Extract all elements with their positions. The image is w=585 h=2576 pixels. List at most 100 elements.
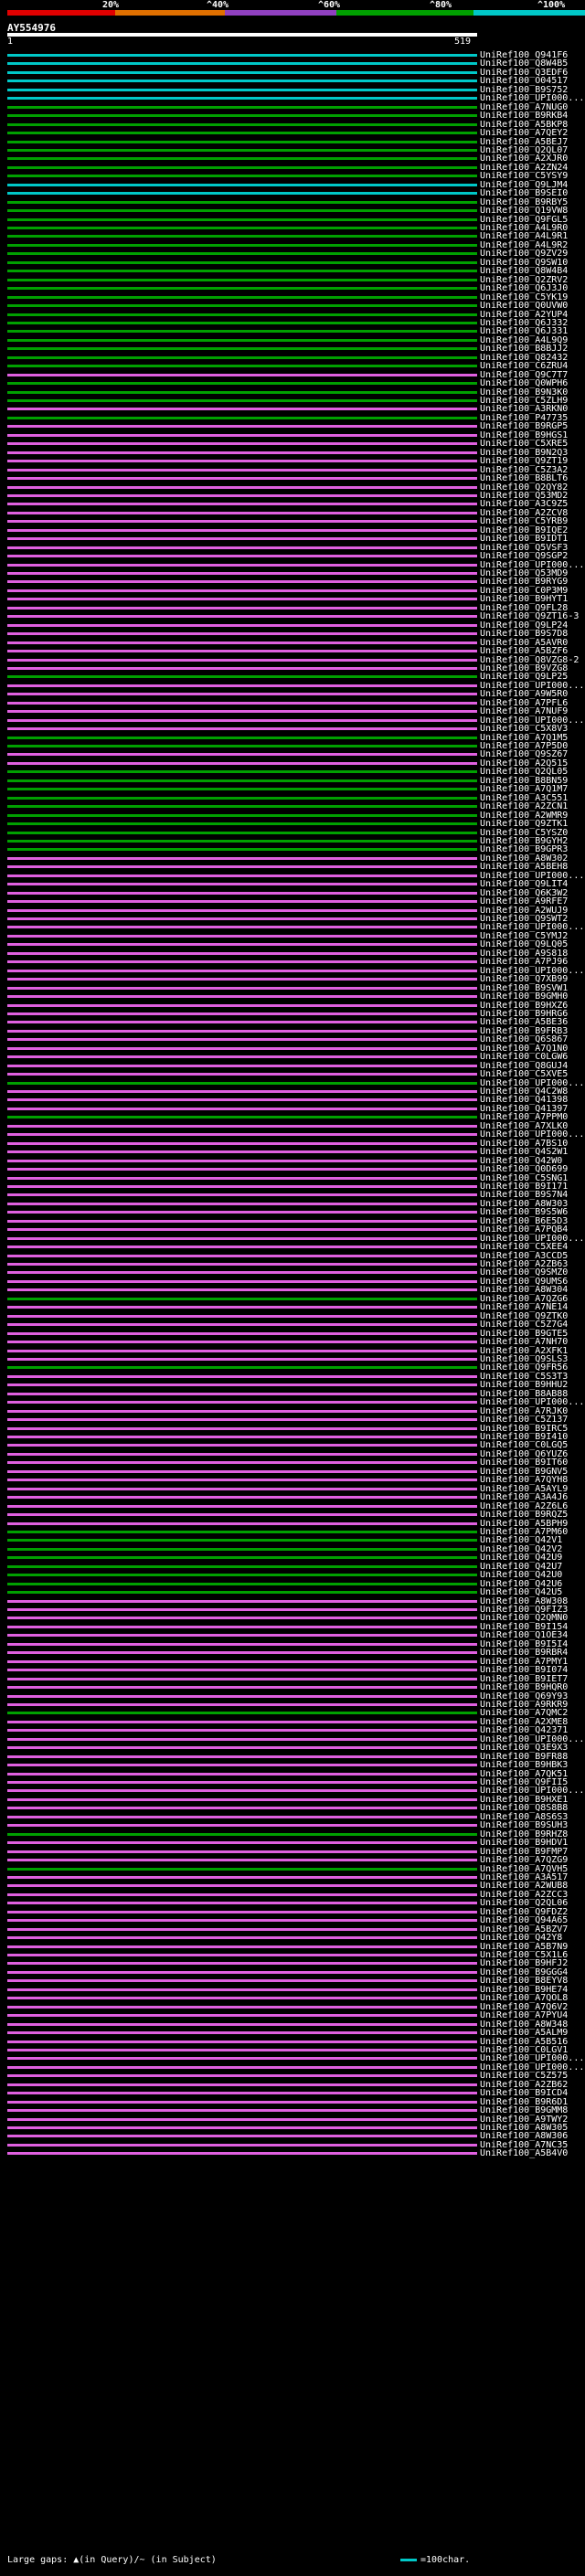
hit-alignment-line	[7, 192, 477, 196]
hit-alignment-line	[7, 745, 477, 747]
hit-alignment-line	[7, 511, 477, 514]
hit-alignment-line	[7, 1850, 477, 1853]
hit-alignment-line	[7, 623, 477, 627]
hit-alignment-line	[7, 433, 477, 437]
hit-alignment-line	[7, 485, 477, 489]
hit-alignment-line	[7, 779, 477, 782]
hit-alignment-line	[7, 1003, 477, 1007]
hit-alignment-line	[7, 1564, 477, 1568]
hit-alignment-line	[7, 1651, 477, 1655]
hit-alignment-line	[7, 1436, 477, 1438]
hit-alignment-line	[7, 1859, 477, 1862]
hit-alignment-line	[7, 209, 477, 213]
hit-alignment-line	[7, 1720, 477, 1723]
hit-alignment-line	[7, 831, 477, 834]
hit-alignment-line	[7, 313, 477, 316]
hit-alignment-line	[7, 1055, 477, 1059]
hit-alignment-line	[7, 537, 477, 541]
hit-alignment-line	[7, 1892, 477, 1896]
hit-alignment-line	[7, 416, 477, 419]
hit-alignment-line	[7, 572, 477, 575]
hit-alignment-line	[7, 1539, 477, 1542]
hit-alignment-line	[7, 1884, 477, 1888]
hit-alignment-line	[7, 848, 477, 852]
hit-alignment-line	[7, 1168, 477, 1171]
hit-alignment-line	[7, 54, 477, 57]
hit-alignment-line	[7, 1366, 477, 1370]
hit-alignment-line	[7, 2126, 477, 2129]
hit-alignment-line	[7, 761, 477, 765]
hit-alignment-line	[7, 2057, 477, 2061]
hit-alignment-line	[7, 1150, 477, 1154]
hit-alignment-line	[7, 1271, 477, 1275]
hit-alignment-line	[7, 140, 477, 143]
hit-alignment-line	[7, 1927, 477, 1931]
hit-alignment-line	[7, 727, 477, 731]
hit-alignment-line	[7, 718, 477, 722]
hit-alignment-line	[7, 365, 477, 368]
hit-alignment-line	[7, 1659, 477, 1663]
hit-alignment-line	[7, 684, 477, 687]
hit-alignment-line	[7, 1341, 477, 1344]
hit-alignment-line	[7, 1582, 477, 1585]
hit-alignment-line	[7, 934, 477, 938]
hit-alignment-line	[7, 1374, 477, 1378]
hit-alignment-line	[7, 701, 477, 705]
hit-alignment-line	[7, 1764, 477, 1767]
hit-alignment-line	[7, 1496, 477, 1500]
hit-alignment-line	[7, 796, 477, 800]
hit-alignment-line	[7, 227, 477, 229]
hit-alignment-line	[7, 874, 477, 877]
hit-alignment-line	[7, 1141, 477, 1145]
hit-alignment-line	[7, 1712, 477, 1715]
hit-alignment-line	[7, 1228, 477, 1232]
hit-alignment-line	[7, 468, 477, 472]
hit-alignment-line	[7, 165, 477, 169]
hit-alignment-line	[7, 1737, 477, 1741]
hit-alignment-line	[7, 813, 477, 817]
hit-alignment-line	[7, 658, 477, 662]
hit-alignment-line	[7, 132, 477, 135]
hit-alignment-line	[7, 960, 477, 964]
hit-alignment-line	[7, 1815, 477, 1818]
hit-alignment-line	[7, 865, 477, 869]
hit-alignment-line	[7, 304, 477, 308]
hit-alignment-line	[7, 1625, 477, 1628]
gap-legend: Large gaps: ▲(in Query)/~ (in Subject)	[7, 2555, 217, 2565]
hit-alignment-line	[7, 1297, 477, 1300]
hit-alignment-line	[7, 1945, 477, 1948]
hit-alignment-line	[7, 1962, 477, 1966]
hit-list: UniRef100_Q941F6 UniRef100_Q8W4B5 UniRef10…	[0, 0, 585, 2576]
hit-alignment-line	[7, 856, 477, 860]
hit-label[interactable]: UniRef100_A5B4V0	[480, 2148, 568, 2158]
hit-alignment-line	[7, 1954, 477, 1956]
hit-alignment-line	[7, 442, 477, 446]
hit-alignment-line	[7, 451, 477, 454]
hit-alignment-line	[7, 580, 477, 584]
hit-alignment-line	[7, 1029, 477, 1033]
hit-alignment-line	[7, 520, 477, 524]
hit-alignment-line	[7, 1513, 477, 1517]
hit-alignment-line	[7, 606, 477, 610]
hit-alignment-line	[7, 2005, 477, 2009]
hit-alignment-line	[7, 88, 477, 91]
hit-alignment-line	[7, 736, 477, 739]
hit-alignment-line	[7, 330, 477, 334]
hit-alignment-line	[7, 1556, 477, 1560]
hit-alignment-line	[7, 2100, 477, 2104]
hit-alignment-line	[7, 753, 477, 757]
hit-alignment-line	[7, 460, 477, 463]
hit-alignment-line	[7, 1021, 477, 1024]
hit-alignment-line	[7, 1530, 477, 1533]
hit-alignment-line	[7, 995, 477, 999]
hit-alignment-line	[7, 148, 477, 152]
hit-alignment-line	[7, 632, 477, 636]
hit-alignment-line	[7, 1772, 477, 1776]
hit-alignment-line	[7, 710, 477, 714]
hit-alignment-line	[7, 1452, 477, 1456]
hit-alignment-line	[7, 1159, 477, 1162]
hit-alignment-line	[7, 926, 477, 929]
hit-alignment-line	[7, 1219, 477, 1223]
hit-alignment-line	[7, 666, 477, 670]
hit-row[interactable]: UniRef100_A5B4V0	[0, 2147, 585, 2159]
